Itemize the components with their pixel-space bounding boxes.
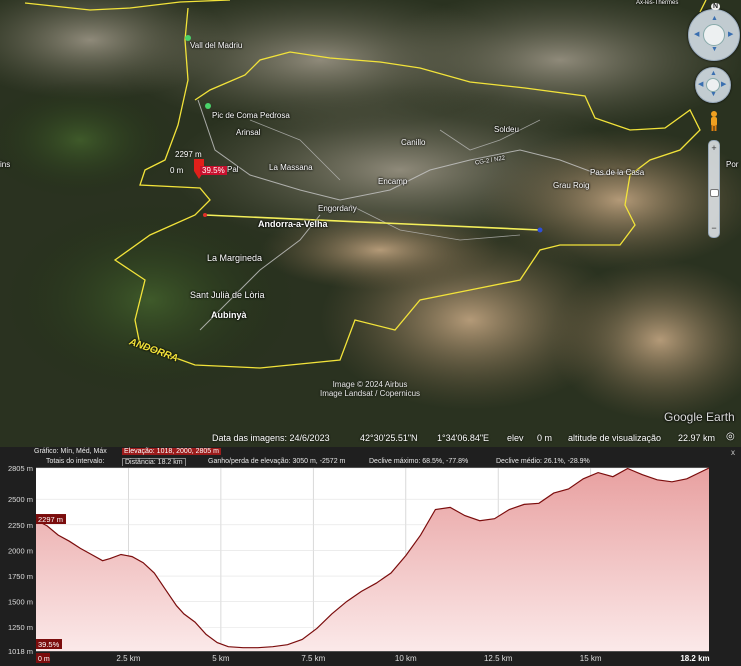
move-up-arrow-icon[interactable]: ▲ (710, 70, 717, 77)
y-tick-label: 1250 m (8, 623, 33, 632)
place-la-margineda: La Margineda (207, 253, 263, 263)
elevation-chart[interactable]: 2805 m 2500 m 2250 m 2000 m 1750 m 1500 m 1250… (0, 466, 741, 666)
place-sant-julia: Sant Julià de Lòria (190, 290, 265, 300)
marker-elevation: 2297 m (175, 150, 202, 159)
credit-line-2: Image Landsat / Copernicus (319, 389, 421, 398)
cursor-slope-label: 39.5% (38, 640, 60, 649)
north-indicator[interactable]: N (711, 3, 721, 10)
place-pic-de-coma-pedrosa: Pic de Coma Pedrosa (212, 111, 290, 120)
look-joystick-center[interactable] (703, 24, 725, 46)
x-tick-label: 15 km (580, 654, 602, 663)
y-tick-label: 2500 m (8, 495, 33, 504)
imagery-date: Data das imagens: 24/6/2023 (212, 433, 330, 443)
place-encamp: Encamp (378, 177, 408, 186)
place-canillo: Canillo (401, 138, 426, 147)
y-tick-label: 2250 m (8, 521, 33, 530)
max-slope-stat: Declive máximo: 68.5%, -77.8% (369, 458, 469, 465)
place-soldeu: Soldeu (494, 125, 519, 134)
status-spinner-icon: ◎ (726, 431, 735, 442)
x-start-label: 0 m (38, 656, 50, 663)
place-la-massana: La Massana (269, 163, 313, 172)
elevation-value: 0 m (537, 433, 553, 443)
look-joystick[interactable]: ▲ ▼ ◀ ▶ (688, 9, 740, 61)
place-engordany: Engordany (318, 204, 357, 213)
y-tick-label: 1750 m (8, 572, 33, 581)
move-left-arrow-icon[interactable]: ◀ (698, 80, 703, 88)
x-tick-label: 5 km (212, 654, 230, 663)
place-edge-left: ins (0, 160, 11, 169)
y-tick-label: 1500 m (8, 598, 33, 607)
look-down-arrow-icon[interactable]: ▼ (711, 46, 718, 53)
marker-distance: 0 m (170, 166, 184, 175)
look-up-arrow-icon[interactable]: ▲ (711, 15, 718, 22)
view-altitude-value: 22.97 km (678, 433, 716, 443)
elevation-label: elev (507, 433, 524, 443)
place-aubinya: Aubinyà (211, 310, 247, 320)
gain-loss-stat: Ganho/perda de elevação: 3050 m, -2572 m (208, 458, 346, 465)
pegman-icon[interactable] (709, 110, 719, 132)
zoom-out-button[interactable]: − (709, 223, 719, 233)
x-tick-label: 2.5 km (116, 654, 140, 663)
y-tick-label: 2000 m (8, 546, 33, 555)
move-down-arrow-icon[interactable]: ▼ (710, 91, 717, 98)
y-tick-label: 2805 m (8, 466, 33, 473)
look-right-arrow-icon[interactable]: ▶ (728, 30, 733, 38)
place-vall-del-madriu: Vall del Madriu (190, 41, 243, 50)
profile-header-1: Gráfico: Mín, Méd, Máx Elevação: 1018, 2… (0, 448, 741, 457)
move-right-arrow-icon[interactable]: ▶ (721, 80, 726, 88)
chart-mode-label: Gráfico: Mín, Méd, Máx (34, 448, 107, 455)
place-pas-de-la-casa: Pas de la Casa (590, 168, 645, 177)
place-grau-roig: Grau Roig (553, 181, 590, 190)
zoom-slider-thumb[interactable] (710, 189, 719, 197)
zoom-slider[interactable]: + − (708, 140, 720, 238)
x-tick-label: 10 km (395, 654, 417, 663)
view-altitude-label: altitude de visualização (568, 433, 662, 443)
google-earth-logo: Google Earth (664, 410, 735, 424)
map-view[interactable]: Vall del Madriu Pic de Coma Pedrosa Arin… (0, 0, 741, 447)
x-end-label: 18.2 km (680, 654, 709, 663)
marker-slope-badge: 39.5% (200, 166, 227, 175)
zoom-in-button[interactable]: + (709, 143, 719, 153)
place-pal: Pal (227, 165, 239, 174)
place-edge-right: Por (726, 160, 739, 169)
credit-line-1: Image © 2024 Airbus (332, 380, 408, 389)
y-tick-label: 1018 m (8, 647, 33, 656)
longitude: 1°34'06.84"E (437, 433, 490, 443)
place-andorra-la-vella: Andorra-a-Velha (258, 219, 328, 229)
status-bar: Data das imagens: 24/6/2023 42°30'25.51"… (0, 431, 741, 447)
place-arinsal: Arinsal (236, 128, 261, 137)
elevation-stats[interactable]: Elevação: 1018, 2000, 2805 m (122, 448, 221, 455)
move-joystick-center[interactable] (706, 78, 720, 92)
look-left-arrow-icon[interactable]: ◀ (694, 30, 699, 38)
move-joystick[interactable]: ▲ ▼ ◀ ▶ (695, 67, 731, 103)
totals-label: Totais do intervalo: (46, 458, 105, 465)
avg-slope-stat: Declive médio: 26.1%, -28.9% (496, 458, 590, 465)
x-tick-label: 12.5 km (484, 654, 513, 663)
x-tick-label: 7.5 km (301, 654, 325, 663)
cursor-elevation-label: 2297 m (38, 515, 63, 524)
close-profile-icon[interactable]: x (731, 448, 735, 457)
place-ax-les-thermes: Ax-les-Thermes (636, 0, 679, 6)
latitude: 42°30'25.51"N (360, 433, 418, 443)
imagery-credits: Image © 2024 Airbus Image Landsat / Cope… (300, 380, 440, 398)
